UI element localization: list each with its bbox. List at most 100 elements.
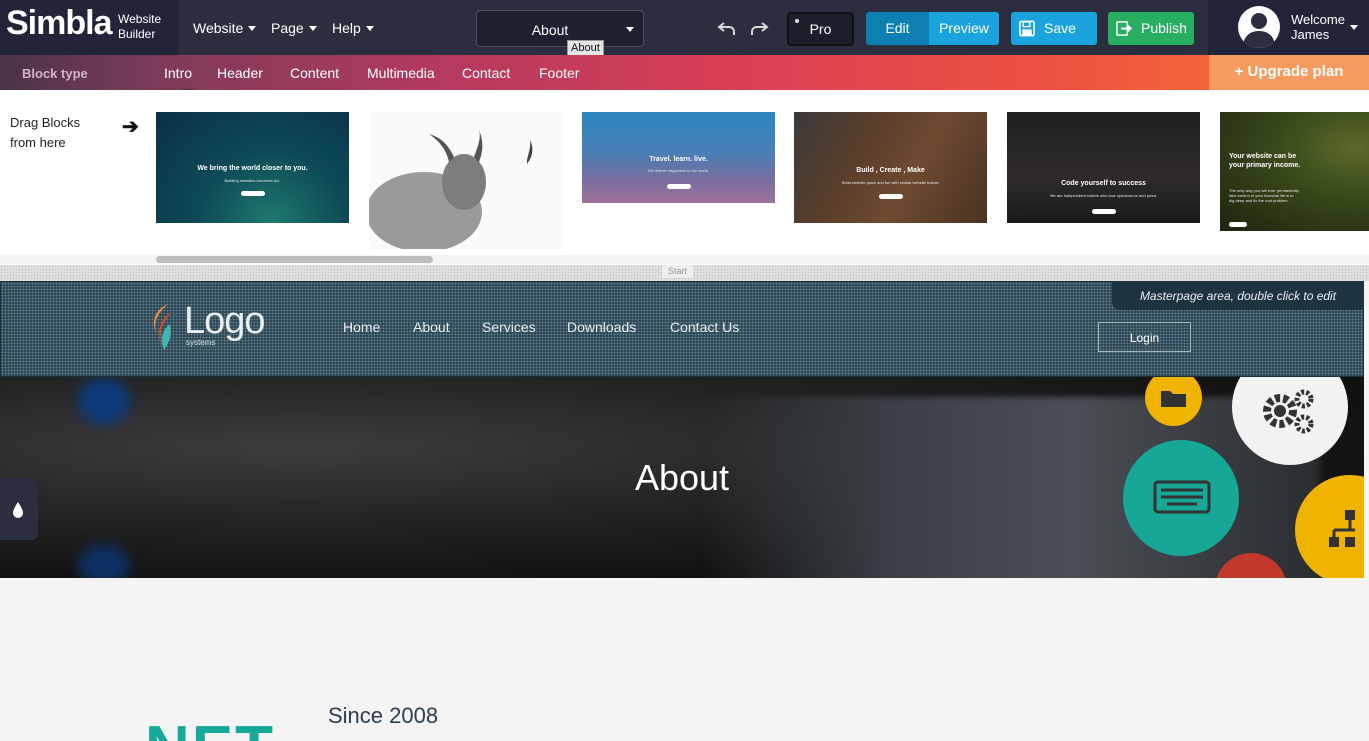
welcome-label: Welcome bbox=[1291, 12, 1345, 27]
publish-icon bbox=[1116, 21, 1132, 36]
undo-icon[interactable] bbox=[717, 18, 737, 38]
bokeh-light bbox=[78, 377, 130, 425]
category-content[interactable]: Content bbox=[290, 65, 339, 81]
page-selector-value: About bbox=[531, 22, 569, 38]
redo-icon[interactable] bbox=[749, 18, 769, 38]
brand-logo: Simbla bbox=[6, 4, 112, 42]
thumb-subtext: We are independent coders who love opens… bbox=[1049, 193, 1158, 198]
block-thumb-intro-2[interactable] bbox=[369, 112, 562, 253]
keyboard-circle bbox=[1123, 440, 1239, 556]
site-nav-home[interactable]: Home bbox=[343, 319, 380, 335]
brand-subtitle: Website Builder bbox=[118, 12, 161, 42]
sitemap-icon bbox=[1329, 510, 1355, 547]
site-logo-text: Logo bbox=[184, 300, 266, 342]
bull-illustration bbox=[369, 130, 533, 252]
block-thumb-intro-3[interactable]: Travel. learn. live. We deliver happines… bbox=[582, 112, 775, 253]
logo-mark-icon bbox=[153, 304, 172, 350]
thumb-headline: Your website can be your primary income. bbox=[1229, 153, 1301, 169]
publish-button[interactable]: Publish bbox=[1108, 12, 1194, 45]
menu-page-label: Page bbox=[271, 20, 304, 36]
site-nav-about[interactable]: About bbox=[413, 319, 450, 335]
menu-website-label: Website bbox=[193, 20, 244, 36]
block-thumb-intro-1[interactable]: We bring the world closer to you. Buildi… bbox=[156, 112, 349, 253]
floppy-disk-icon bbox=[1019, 20, 1035, 37]
site-nav-services[interactable]: Services bbox=[482, 319, 536, 335]
folder-icon bbox=[1161, 391, 1186, 407]
water-drop-icon bbox=[13, 502, 23, 518]
block-category-bar: Block type Intro Header Content Multimed… bbox=[0, 55, 1209, 90]
pro-indicator bbox=[795, 19, 799, 23]
thumb-image bbox=[369, 112, 562, 252]
page-selector[interactable]: About bbox=[476, 10, 644, 47]
chevron-down-icon bbox=[626, 27, 634, 32]
thumb-headline: We bring the world closer to you. bbox=[197, 165, 308, 172]
site-nav-contact-us[interactable]: Contact Us bbox=[670, 319, 739, 335]
menu-website[interactable]: Website bbox=[193, 20, 257, 36]
since-heading: Since 2008 bbox=[328, 703, 439, 728]
thumb-subtext: The only way you will ever permanently t… bbox=[1229, 188, 1299, 203]
blocks-scrollbar-thumb[interactable] bbox=[156, 256, 433, 263]
arrow-right-icon: ➔ bbox=[122, 116, 139, 138]
save-label: Save bbox=[1044, 20, 1076, 36]
category-header[interactable]: Header bbox=[217, 65, 263, 81]
chevron-down-icon bbox=[365, 26, 374, 31]
menu-help-label: Help bbox=[332, 20, 361, 36]
save-button[interactable]: Save bbox=[1011, 12, 1097, 45]
menu-help[interactable]: Help bbox=[332, 20, 374, 36]
thumb-headline: Travel. learn. live. bbox=[649, 156, 708, 163]
bokeh-light bbox=[78, 545, 130, 578]
brand-sub-line1: Website bbox=[118, 12, 162, 26]
site-login-button[interactable]: Login bbox=[1098, 322, 1191, 352]
theme-side-tab[interactable] bbox=[0, 478, 38, 540]
user-name: James bbox=[1291, 27, 1330, 42]
drag-hint: Drag Blocks from here bbox=[10, 113, 80, 153]
pro-button[interactable]: Pro bbox=[787, 12, 854, 46]
chevron-down-icon bbox=[1350, 25, 1358, 30]
brand[interactable]: Simbla Website Builder bbox=[0, 0, 178, 55]
preview-button[interactable]: Preview bbox=[929, 12, 999, 45]
menu-page[interactable]: Page bbox=[271, 20, 317, 36]
hero-section[interactable]: About bbox=[0, 377, 1364, 578]
pro-label: Pro bbox=[809, 21, 832, 37]
block-type-title: Block type bbox=[22, 66, 88, 81]
thumb-button bbox=[240, 191, 265, 196]
thumb-subtext: We deliver happiness to the world. bbox=[647, 168, 710, 173]
thumb-button bbox=[878, 194, 903, 199]
chevron-down-icon bbox=[248, 26, 257, 31]
keyboard-icon bbox=[1153, 480, 1211, 514]
category-footer[interactable]: Footer bbox=[539, 65, 579, 81]
upgrade-plan-button[interactable]: + Upgrade plan bbox=[1209, 55, 1369, 90]
site-nav-downloads[interactable]: Downloads bbox=[567, 319, 636, 335]
welcome-text: Welcome James bbox=[1291, 12, 1345, 42]
avatar bbox=[1238, 6, 1280, 48]
drag-hint-line1: Drag Blocks bbox=[10, 115, 81, 130]
thumb-headline: Code yourself to success bbox=[1061, 180, 1146, 187]
thumb-image bbox=[1007, 112, 1200, 223]
block-thumb-intro-6[interactable]: Your website can be your primary income.… bbox=[1220, 112, 1369, 253]
masterpage-note: Masterpage area, double click to edit bbox=[1112, 281, 1364, 310]
gears-icon bbox=[1263, 389, 1314, 434]
gears-circle bbox=[1232, 377, 1348, 465]
top-bar: Simbla Website Builder Website Page Help… bbox=[0, 0, 1369, 55]
sitemap-circle bbox=[1295, 475, 1364, 578]
thumb-button bbox=[1091, 209, 1116, 214]
thumb-button bbox=[666, 184, 691, 189]
publish-label: Publish bbox=[1141, 20, 1187, 36]
content-section[interactable] bbox=[0, 578, 1369, 741]
folder-circle bbox=[1145, 377, 1202, 426]
blocks-panel: Drag Blocks from here ➔ We bring the wor… bbox=[0, 90, 1369, 265]
category-intro[interactable]: Intro bbox=[164, 65, 192, 81]
start-label: Start bbox=[662, 265, 694, 278]
block-thumb-intro-5[interactable]: Code yourself to success We are independ… bbox=[1007, 112, 1200, 253]
chevron-down-icon bbox=[308, 26, 317, 31]
block-thumb-intro-4[interactable]: Build , Create , Make Build website quic… bbox=[794, 112, 987, 253]
page-tooltip: About bbox=[567, 40, 604, 56]
category-contact[interactable]: Contact bbox=[462, 65, 510, 81]
brand-sub-line2: Builder bbox=[118, 27, 156, 41]
category-multimedia[interactable]: Multimedia bbox=[367, 65, 435, 81]
user-menu[interactable]: Welcome James bbox=[1208, 0, 1369, 55]
net-logo-text: NET bbox=[145, 718, 275, 741]
edit-button[interactable]: Edit bbox=[866, 12, 929, 45]
thumb-button bbox=[1229, 222, 1247, 227]
user-silhouette-icon bbox=[1243, 13, 1275, 48]
